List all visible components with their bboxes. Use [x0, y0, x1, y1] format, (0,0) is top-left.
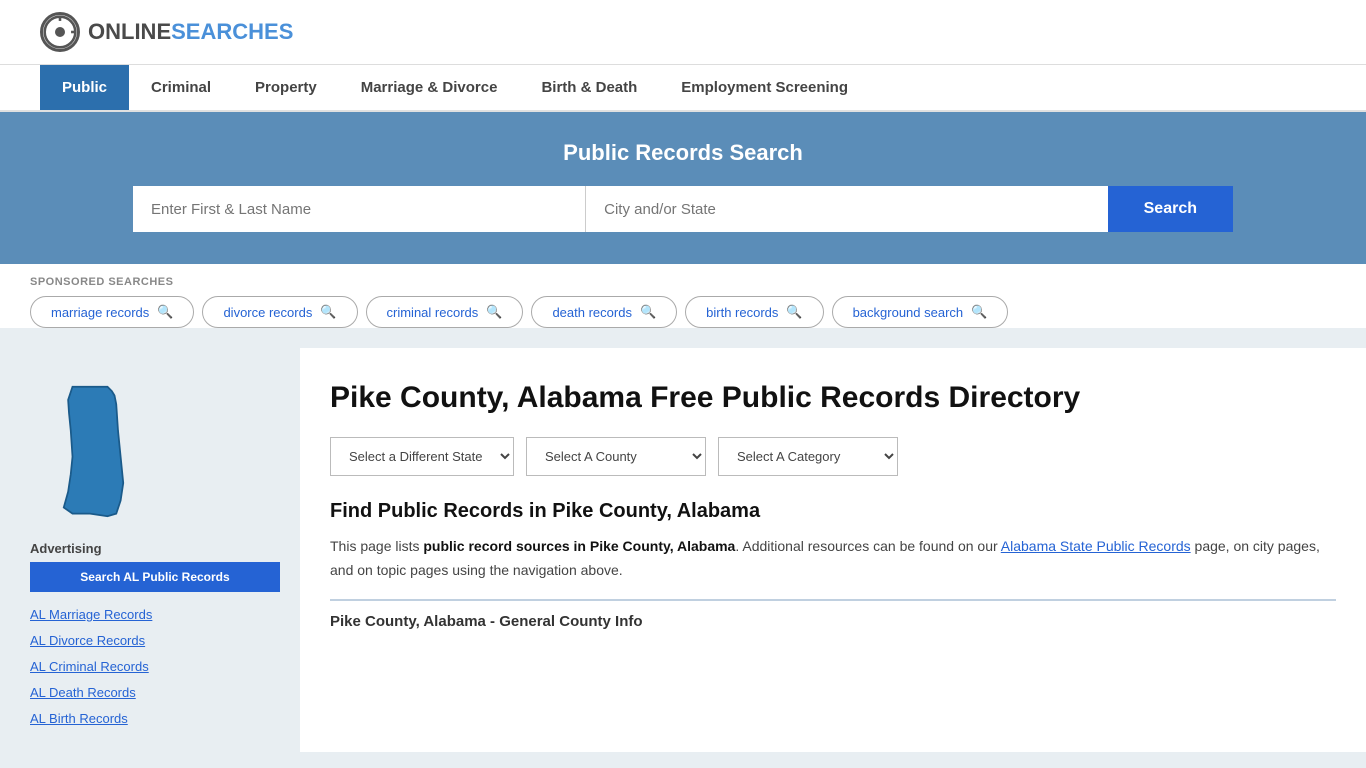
search-icon-birth: 🔍 — [786, 304, 802, 320]
tag-criminal-label: criminal records — [387, 305, 479, 320]
alabama-map — [30, 378, 150, 518]
search-icon-marriage: 🔍 — [157, 304, 173, 320]
desc-bold: public record sources in Pike County, Al… — [423, 538, 735, 554]
sidebar: Advertising Search AL Public Records AL … — [0, 348, 300, 752]
main-content: Pike County, Alabama Free Public Records… — [300, 348, 1366, 752]
location-input[interactable] — [586, 186, 1107, 232]
desc-part2: . Additional resources can be found on o… — [735, 538, 1000, 554]
desc-link[interactable]: Alabama State Public Records — [1001, 538, 1191, 554]
nav-item-public[interactable]: Public — [40, 65, 129, 110]
page-title: Pike County, Alabama Free Public Records… — [330, 378, 1336, 417]
sidebar-link-birth[interactable]: AL Birth Records — [30, 706, 280, 732]
nav-item-property[interactable]: Property — [233, 65, 339, 110]
sidebar-link-criminal[interactable]: AL Criminal Records — [30, 654, 280, 680]
search-icon-criminal: 🔍 — [486, 304, 502, 320]
map-container — [30, 378, 280, 521]
advertising-label: Advertising — [30, 541, 280, 556]
search-button[interactable]: Search — [1108, 186, 1233, 232]
state-dropdown[interactable]: Select a Different State — [330, 437, 514, 476]
ad-search-button[interactable]: Search AL Public Records — [30, 562, 280, 592]
tag-death-label: death records — [552, 305, 632, 320]
tag-marriage[interactable]: marriage records 🔍 — [30, 296, 194, 328]
tag-birth-label: birth records — [706, 305, 778, 320]
category-dropdown[interactable]: Select A Category — [718, 437, 898, 476]
name-input[interactable] — [133, 186, 586, 232]
search-icon-death: 🔍 — [640, 304, 656, 320]
logo-icon — [40, 12, 80, 52]
tag-background-label: background search — [853, 305, 964, 320]
sponsored-label: SPONSORED SEARCHES — [30, 276, 1336, 288]
logo-text: ONLINESEARCHES — [88, 19, 293, 45]
search-icon-divorce: 🔍 — [320, 304, 336, 320]
find-records-title: Find Public Records in Pike County, Alab… — [330, 500, 1336, 523]
main-wrapper: Advertising Search AL Public Records AL … — [0, 348, 1366, 752]
hero-section: Public Records Search Search — [0, 112, 1366, 264]
search-tags: marriage records 🔍 divorce records 🔍 cri… — [30, 296, 1336, 328]
search-icon-background: 🔍 — [971, 304, 987, 320]
logo-searches: SEARCHES — [171, 19, 293, 44]
tag-death[interactable]: death records 🔍 — [531, 296, 677, 328]
nav-item-marriage-divorce[interactable]: Marriage & Divorce — [339, 65, 520, 110]
sidebar-link-marriage[interactable]: AL Marriage Records — [30, 602, 280, 628]
logo: ONLINESEARCHES — [40, 12, 293, 52]
search-bar: Search — [133, 186, 1233, 232]
dropdown-row: Select a Different State Select A County… — [330, 437, 1336, 476]
nav-item-birth-death[interactable]: Birth & Death — [519, 65, 659, 110]
logo-online: ONLINE — [88, 19, 171, 44]
tag-background[interactable]: background search 🔍 — [832, 296, 1009, 328]
tag-marriage-label: marriage records — [51, 305, 149, 320]
main-nav: Public Criminal Property Marriage & Divo… — [0, 65, 1366, 112]
header: ONLINESEARCHES — [0, 0, 1366, 65]
county-dropdown[interactable]: Select A County — [526, 437, 706, 476]
tag-divorce[interactable]: divorce records 🔍 — [202, 296, 357, 328]
sidebar-links: AL Marriage Records AL Divorce Records A… — [30, 602, 280, 732]
sidebar-link-death[interactable]: AL Death Records — [30, 680, 280, 706]
tag-criminal[interactable]: criminal records 🔍 — [366, 296, 524, 328]
sidebar-link-divorce[interactable]: AL Divorce Records — [30, 628, 280, 654]
tag-birth[interactable]: birth records 🔍 — [685, 296, 823, 328]
desc-part1: This page lists — [330, 538, 423, 554]
hero-title: Public Records Search — [40, 140, 1326, 166]
sponsored-section: SPONSORED SEARCHES marriage records 🔍 di… — [0, 264, 1366, 328]
nav-item-employment[interactable]: Employment Screening — [659, 65, 870, 110]
nav-item-criminal[interactable]: Criminal — [129, 65, 233, 110]
county-info-heading: Pike County, Alabama - General County In… — [330, 599, 1336, 630]
tag-divorce-label: divorce records — [223, 305, 312, 320]
description-text: This page lists public record sources in… — [330, 535, 1336, 583]
